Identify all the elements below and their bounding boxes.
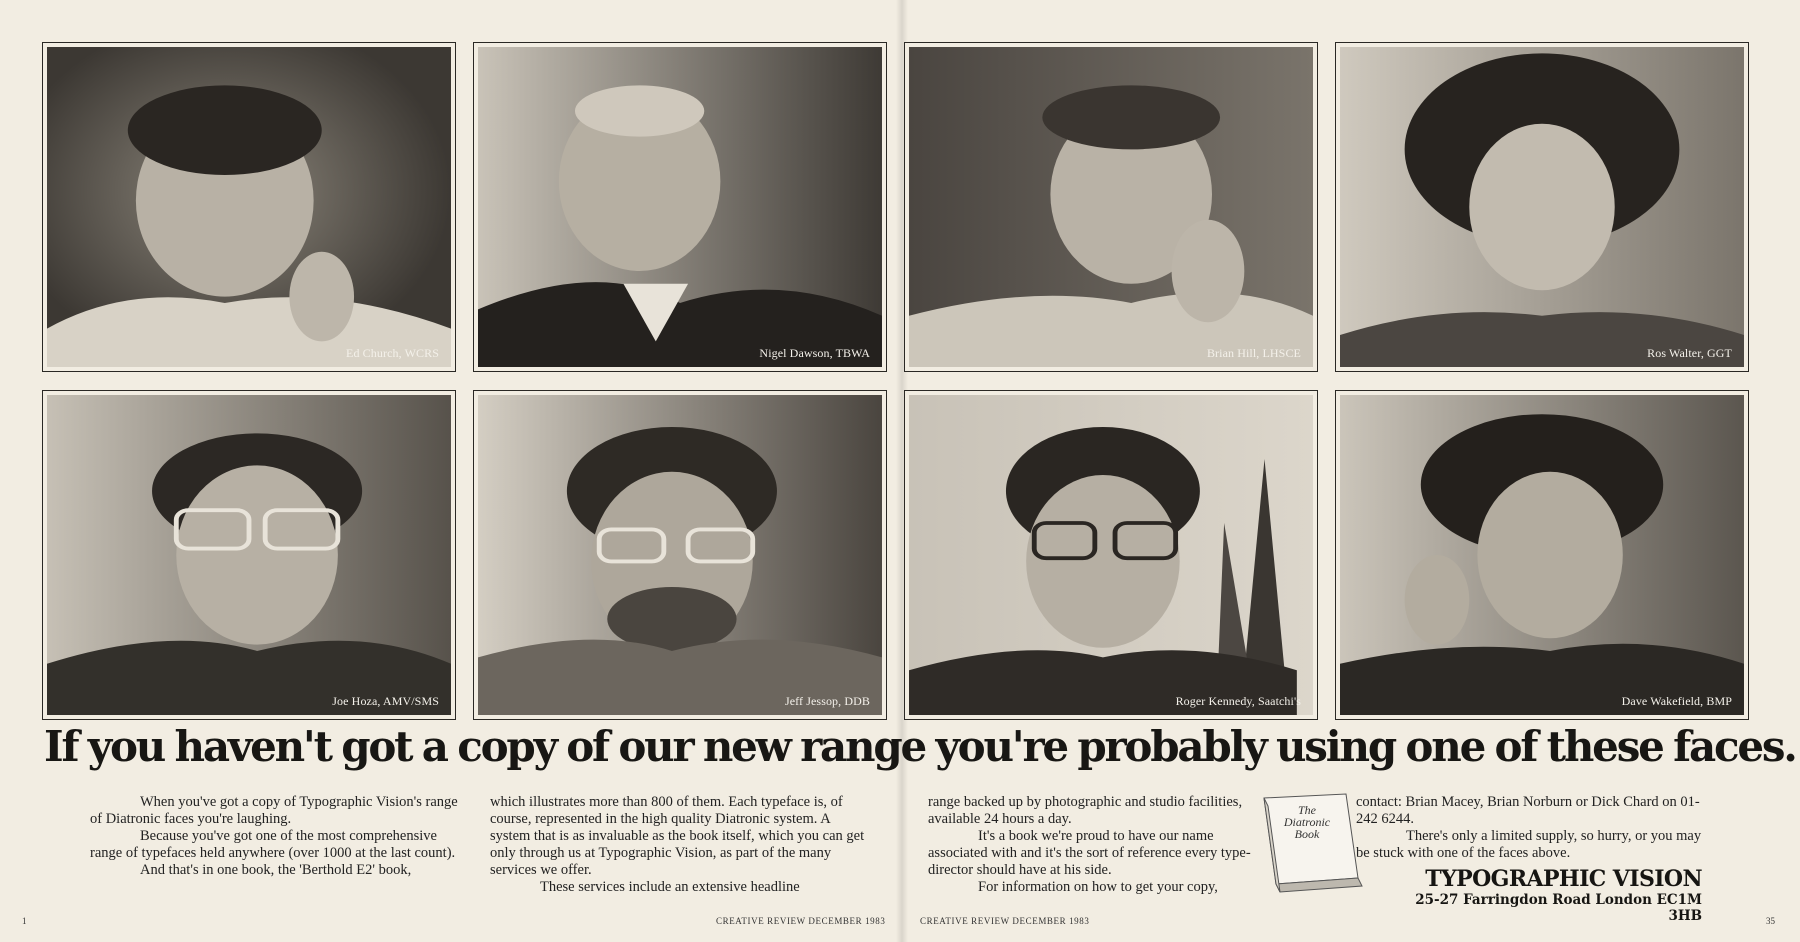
diatronic-book-illustration: The Diatronic Book — [1256, 792, 1368, 900]
body-paragraph: There's only a limited supply, so hurry,… — [1356, 828, 1702, 861]
portrait-caption: Dave Wakefield, BMP — [1621, 694, 1732, 708]
portrait-caption: Jeff Jessop, DDB — [784, 694, 870, 708]
brand-logo: TYPOGRAPHIC VISION — [1425, 866, 1702, 892]
portrait-photo: Brian Hill, LHSCE — [909, 47, 1313, 367]
running-footer-left: CREATIVE REVIEW DECEMBER 1983 — [716, 916, 886, 926]
running-footer-right: CREATIVE REVIEW DECEMBER 1983 — [920, 916, 1090, 926]
body-paragraph: When you've got a copy of Typographic Vi… — [90, 794, 458, 827]
body-column-4: contact: Brian Macey, Brian Norburn or D… — [1356, 794, 1706, 862]
body-paragraph: which illustrates more than 800 of them.… — [490, 794, 865, 878]
body-paragraph: It's a book we're proud to have our name… — [928, 828, 1251, 878]
portrait-caption: Ed Church, WCRS — [346, 346, 439, 360]
body-paragraph: And that's in one book, the 'Berthold E2… — [140, 862, 412, 878]
portrait-caption: Roger Kennedy, Saatchi's — [1175, 694, 1301, 708]
ad-headline: If you haven't got a copy of our new ran… — [44, 722, 1798, 771]
portrait-ros-walter: Ros Walter, GGT — [1335, 42, 1749, 372]
brand-address: 25-27 Farringdon Road London EC1M 3HB — [1415, 892, 1702, 924]
portrait-jeff-jessop: Jeff Jessop, DDB — [473, 390, 887, 720]
portrait-roger-kennedy: Roger Kennedy, Saatchi's — [904, 390, 1318, 720]
portrait-photo: Joe Hoza, AMV/SMS — [47, 395, 451, 715]
portrait-caption: Nigel Dawson, TBWA — [759, 346, 870, 360]
portrait-brian-hill: Brian Hill, LHSCE — [904, 42, 1318, 372]
body-paragraph: For information on how to get your copy, — [978, 879, 1218, 895]
portrait-joe-hoza: Joe Hoza, AMV/SMS — [42, 390, 456, 720]
portrait-photo: Ros Walter, GGT — [1340, 47, 1744, 367]
portrait-nigel-dawson: Nigel Dawson, TBWA — [473, 42, 887, 372]
portrait-photo: Jeff Jessop, DDB — [478, 395, 882, 715]
portrait-dave-wakefield: Dave Wakefield, BMP — [1335, 390, 1749, 720]
portrait-caption: Brian Hill, LHSCE — [1206, 346, 1301, 360]
page-number-right: 35 — [1766, 916, 1775, 926]
portrait-photo: Roger Kennedy, Saatchi's — [909, 395, 1313, 715]
page-number-left: 1 — [22, 916, 27, 926]
portrait-ed-church: Ed Church, WCRS — [42, 42, 456, 372]
body-column-2: which illustrates more than 800 of them.… — [490, 794, 866, 896]
portrait-photo: Nigel Dawson, TBWA — [478, 47, 882, 367]
body-paragraph: These services include an extensive head… — [540, 879, 800, 895]
magazine-spread: Ed Church, WCRS Nigel Dawson, TBWA Brian… — [0, 0, 1800, 942]
portrait-photo: Dave Wakefield, BMP — [1340, 395, 1744, 715]
body-column-1: When you've got a copy of Typographic Vi… — [90, 794, 466, 879]
portrait-photo: Ed Church, WCRS — [47, 47, 451, 367]
portrait-caption: Joe Hoza, AMV/SMS — [332, 694, 439, 708]
body-paragraph: range backed up by photographic and stud… — [928, 794, 1243, 827]
body-paragraph: contact: Brian Macey, Brian Norburn or D… — [1356, 794, 1700, 827]
body-paragraph: Because you've got one of the most compr… — [90, 828, 456, 861]
body-column-3: range backed up by photographic and stud… — [928, 794, 1252, 896]
book-title: The Diatronic Book — [1283, 803, 1331, 841]
portrait-caption: Ros Walter, GGT — [1647, 346, 1732, 360]
